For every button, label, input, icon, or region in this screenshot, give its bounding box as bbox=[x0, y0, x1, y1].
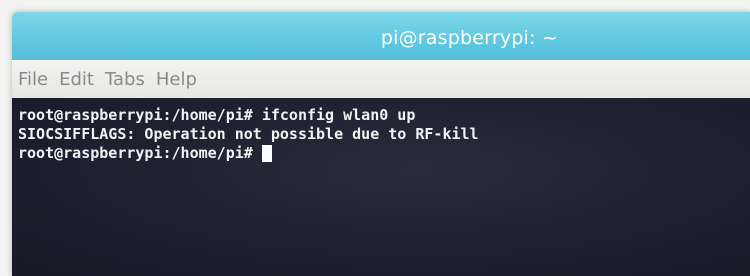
terminal-prompt: root@raspberrypi:/home/pi# bbox=[18, 144, 253, 162]
menu-bar: File Edit Tabs Help bbox=[12, 60, 750, 98]
terminal-prompt-line: root@raspberrypi:/home/pi# bbox=[18, 144, 744, 163]
screen: pi@raspberrypi: ~ File Edit Tabs Help ro… bbox=[0, 0, 750, 276]
title-bar[interactable]: pi@raspberrypi: ~ bbox=[12, 12, 750, 60]
text-cursor bbox=[261, 145, 272, 162]
menu-help[interactable]: Help bbox=[156, 69, 197, 90]
window-title: pi@raspberrypi: ~ bbox=[380, 27, 558, 49]
menu-tabs[interactable]: Tabs bbox=[105, 69, 145, 90]
terminal-area[interactable]: root@raspberrypi:/home/pi# ifconfig wlan… bbox=[12, 98, 750, 276]
menu-edit[interactable]: Edit bbox=[59, 69, 94, 90]
menu-file[interactable]: File bbox=[18, 69, 48, 90]
terminal-window: pi@raspberrypi: ~ File Edit Tabs Help ro… bbox=[12, 12, 750, 276]
terminal-line: SIOCSIFFLAGS: Operation not possible due… bbox=[18, 125, 479, 143]
terminal-line: root@raspberrypi:/home/pi# ifconfig wlan… bbox=[18, 106, 416, 124]
